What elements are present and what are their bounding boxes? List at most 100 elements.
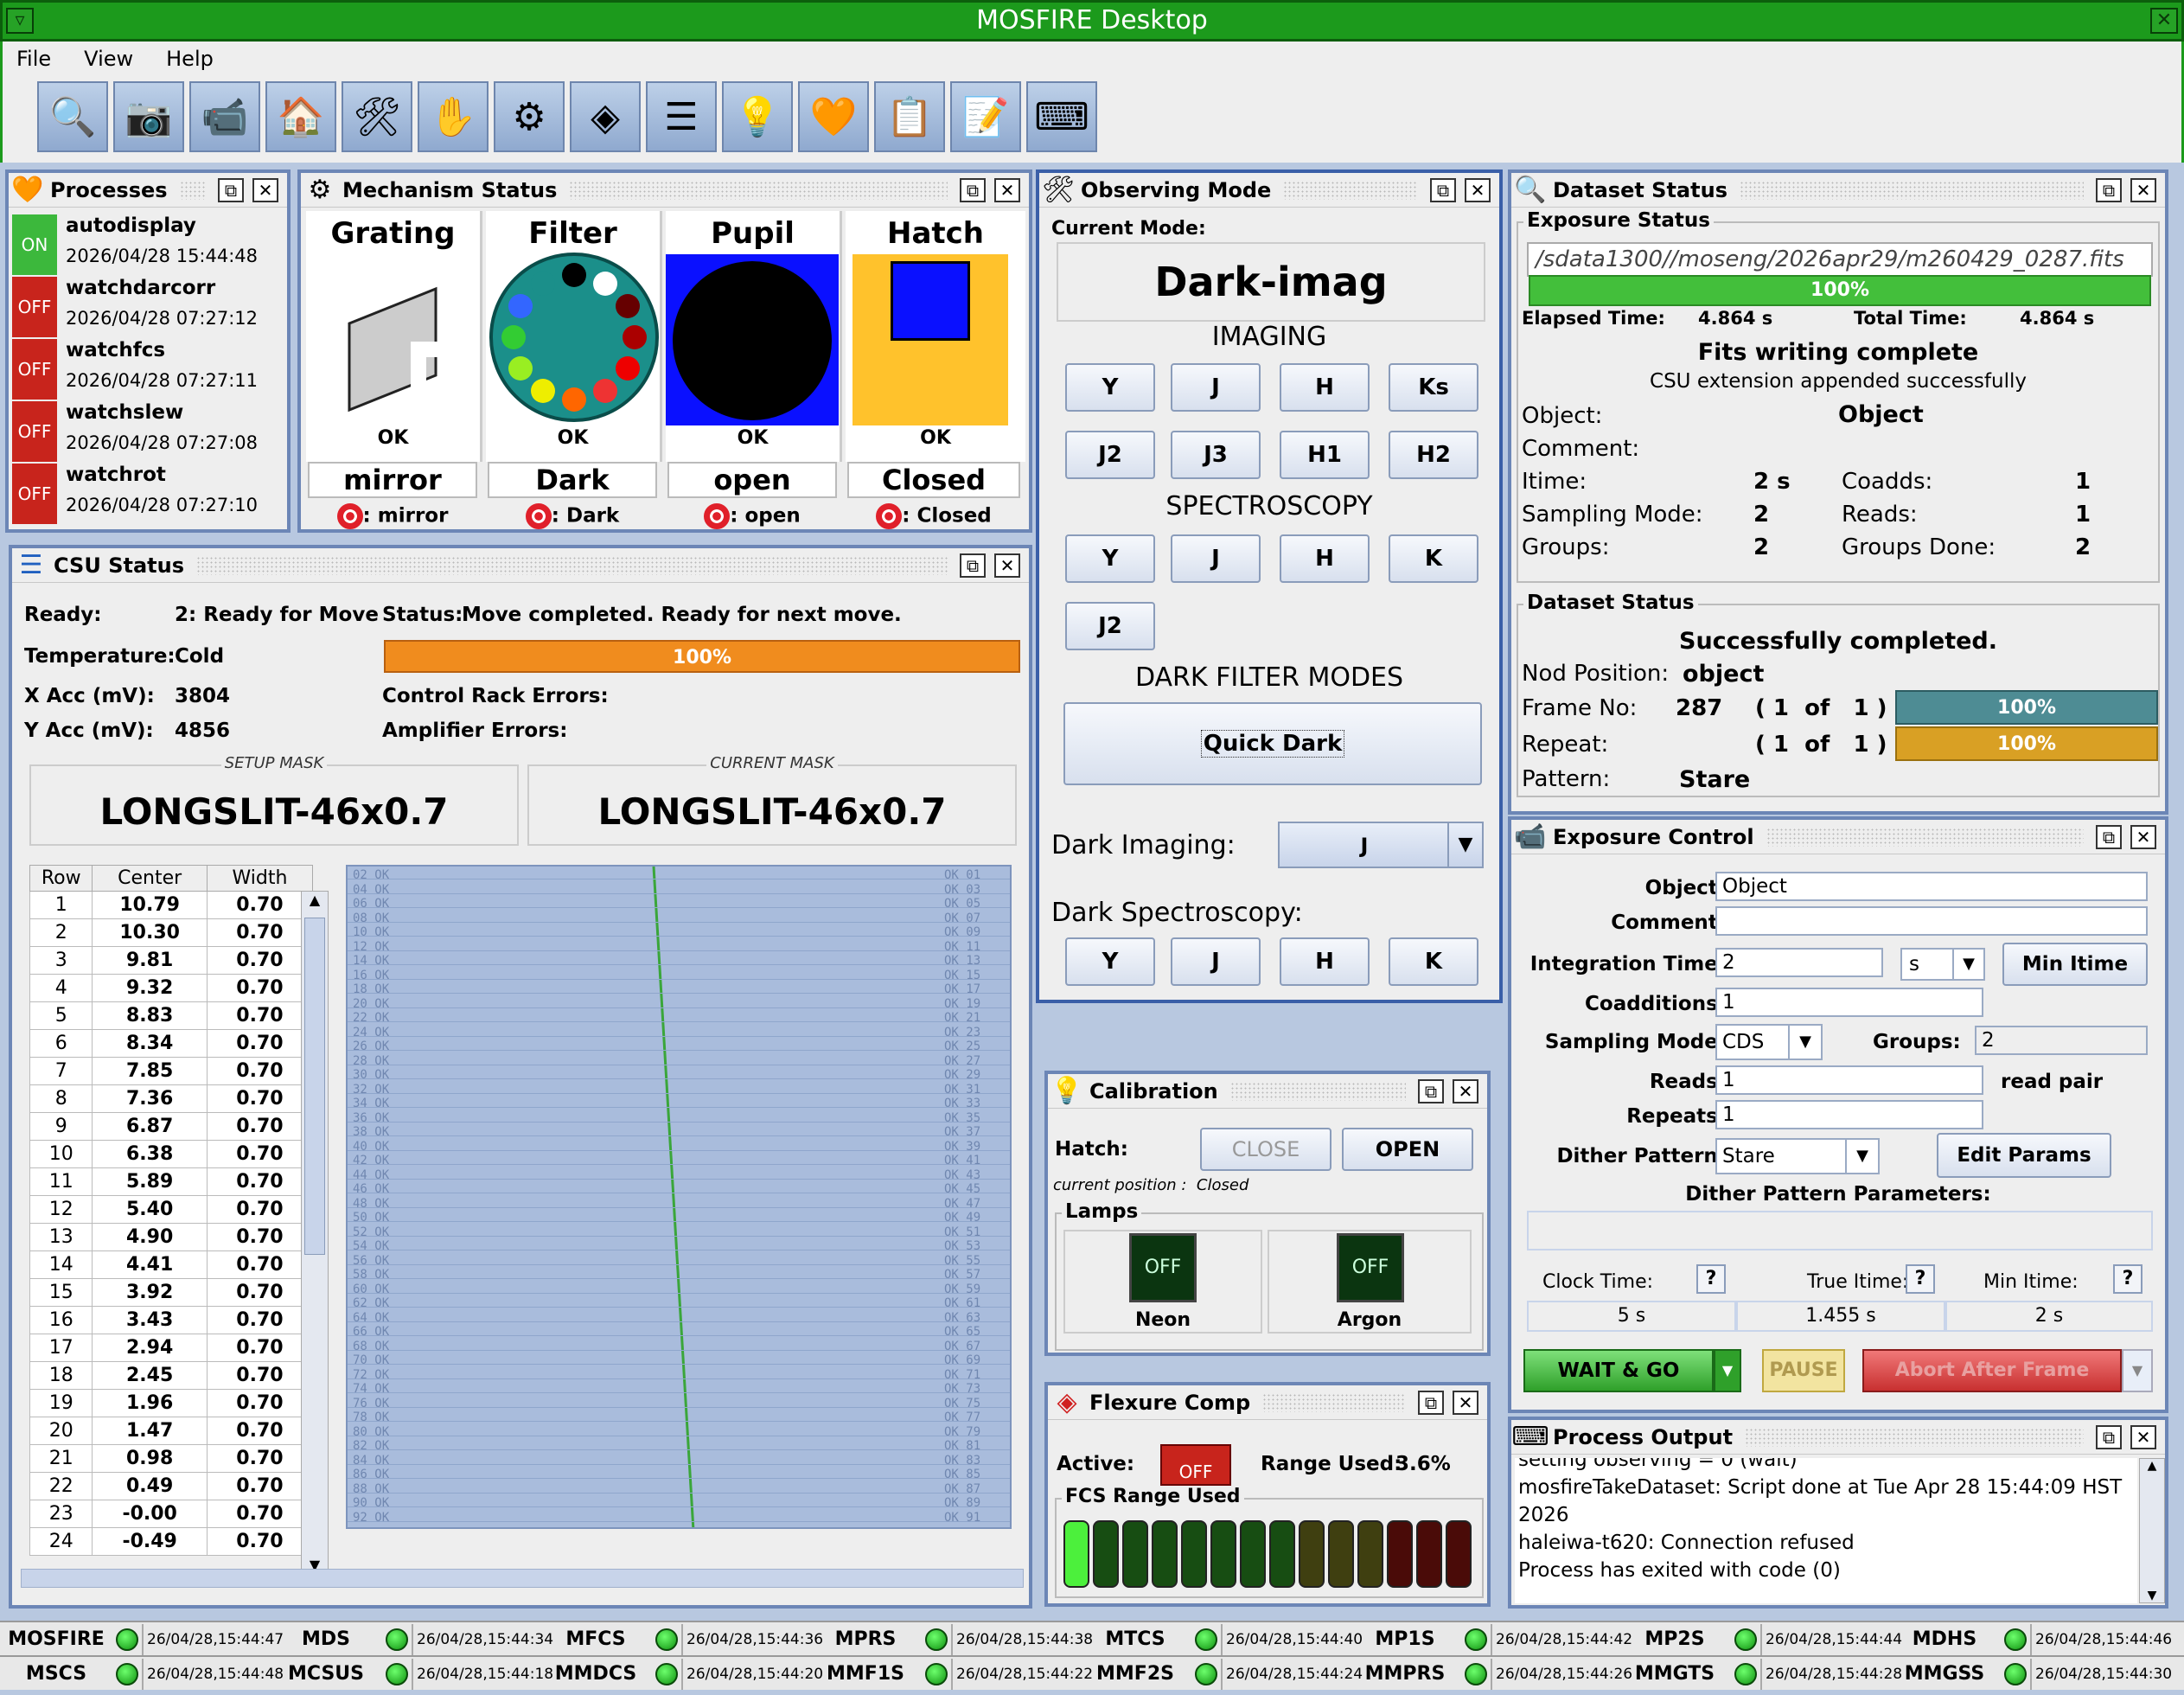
close-icon[interactable]: ✕ [1453,1078,1478,1103]
process-row[interactable]: OFF watchslew 2026/04/28 07:27:08 [12,401,287,462]
process-state[interactable]: OFF [12,339,57,400]
process-row[interactable]: OFF watchdarcorr 2026/04/28 07:27:12 [12,277,287,337]
repeats-input[interactable]: 1 [1715,1100,1983,1129]
imaging-y-button[interactable]: Y [1065,363,1155,412]
table-row[interactable]: 20 1.47 0.70 [29,1417,314,1445]
imaging-j3-button[interactable]: J3 [1171,431,1261,479]
process-output-log[interactable]: setting observing = 0 (wait) mosfireTake… [1515,1458,2137,1603]
col-width[interactable]: Width [206,865,314,892]
presentation-icon[interactable]: 📋 [874,81,945,152]
table-row[interactable]: 2 10.30 0.70 [29,918,314,947]
table-row[interactable]: 5 8.83 0.70 [29,1001,314,1030]
edit-params-button[interactable]: Edit Params [1937,1133,2111,1178]
imaging-j-button[interactable]: J [1171,363,1261,412]
menu-help[interactable]: Help [166,42,214,76]
close-icon[interactable]: ✕ [2130,177,2156,202]
menu-view[interactable]: View [84,42,133,76]
table-row[interactable]: 11 5.89 0.70 [29,1167,314,1196]
log-scrollbar[interactable]: ▲ ▼ [2139,1458,2165,1603]
table-row[interactable]: 6 8.34 0.70 [29,1029,314,1058]
status-led-icon[interactable] [1195,1663,1217,1685]
process-row[interactable]: OFF watchfcs 2026/04/28 07:27:11 [12,339,287,400]
table-row[interactable]: 23 -0.00 0.70 [29,1500,314,1528]
neon-lamp-indicator[interactable]: OFF [1129,1233,1197,1302]
close-icon[interactable]: ✕ [994,553,1020,578]
table-row[interactable]: 22 0.49 0.70 [29,1472,314,1500]
table-row[interactable]: 4 9.32 0.70 [29,974,314,1002]
undock-icon[interactable]: ⧉ [1418,1390,1444,1415]
undock-icon[interactable]: ⧉ [2096,177,2122,202]
hatch-open-button[interactable]: OPEN [1342,1128,1473,1171]
coadditions-input[interactable]: 1 [1715,988,1983,1017]
imaging-ks-button[interactable]: Ks [1389,363,1478,412]
abort-after-frame-button[interactable]: Abort After Frame [1862,1349,2122,1392]
table-row[interactable]: 10 6.38 0.70 [29,1140,314,1168]
flexure-icon[interactable]: ◈ [570,81,641,152]
undock-icon[interactable]: ⧉ [218,177,244,202]
close-icon[interactable]: ✕ [2130,824,2156,849]
close-icon[interactable]: ✕ [1465,177,1491,202]
quick-dark-button[interactable]: Quick Dark [1063,702,1482,785]
status-led-icon[interactable] [925,1628,948,1651]
table-row[interactable]: 15 3.92 0.70 [29,1278,314,1307]
undock-icon[interactable]: ⧉ [2096,1424,2122,1449]
process-row[interactable]: OFF watchrot 2026/04/28 07:27:10 [12,464,287,524]
help-min-itime-button[interactable]: ? [2113,1264,2142,1294]
lightbulb-icon[interactable]: 💡 [722,81,793,152]
time-unit-select[interactable]: s ▼ [1900,948,1985,981]
help-clock-button[interactable]: ? [1696,1264,1726,1294]
hatch-close-button[interactable]: CLOSE [1200,1128,1331,1171]
spectro-y-button[interactable]: Y [1065,534,1155,583]
col-row[interactable]: Row [29,865,93,892]
heart-icon[interactable]: 🧡 [798,81,869,152]
process-state[interactable]: ON [12,214,57,275]
argon-lamp-indicator[interactable]: OFF [1337,1233,1404,1302]
status-led-icon[interactable] [655,1663,678,1685]
spectro-k-button[interactable]: K [1389,534,1478,583]
integration-time-input[interactable]: 2 [1715,948,1883,977]
sampling-mode-select[interactable]: CDS ▼ [1715,1024,1823,1060]
table-row[interactable]: 24 -0.49 0.70 [29,1527,314,1556]
camera-settings-icon[interactable]: 📷 [113,81,184,152]
table-row[interactable]: 14 4.41 0.70 [29,1250,314,1279]
col-center[interactable]: Center [92,865,208,892]
table-row[interactable]: 9 6.87 0.70 [29,1112,314,1141]
table-row[interactable]: 16 3.43 0.70 [29,1306,314,1334]
status-led-icon[interactable] [116,1663,138,1685]
status-led-icon[interactable] [2004,1628,2027,1651]
chevron-down-icon[interactable]: ▼ [1952,950,1983,979]
status-led-icon[interactable] [1734,1628,1757,1651]
undock-icon[interactable]: ⧉ [2096,824,2122,849]
process-state[interactable]: OFF [12,401,57,462]
table-scrollbar[interactable]: ▲ ▼ [301,891,329,1576]
dark-spectro-y-button[interactable]: Y [1065,937,1155,986]
dither-pattern-select[interactable]: Stare ▼ [1715,1138,1880,1174]
undock-icon[interactable]: ⧉ [960,177,986,202]
home-icon[interactable]: 🏠 [265,81,336,152]
groups-input[interactable]: 2 [1975,1026,2148,1055]
process-row[interactable]: ON autodisplay 2026/04/28 15:44:48 [12,214,287,275]
spectro-h-button[interactable]: H [1280,534,1370,583]
help-true-itime-button[interactable]: ? [1906,1264,1935,1294]
chevron-down-icon[interactable]: ▼ [2122,1349,2153,1392]
keyboard-icon[interactable]: ⌨ [1026,81,1097,152]
undock-icon[interactable]: ⧉ [960,553,986,578]
spectro-j2-button[interactable]: J2 [1065,602,1155,650]
close-icon[interactable]: ✕ [2130,1424,2156,1449]
table-row[interactable]: 3 9.81 0.70 [29,946,314,975]
chevron-down-icon[interactable]: ▼ [1714,1349,1741,1392]
reads-input[interactable]: 1 [1715,1065,1983,1095]
undock-icon[interactable]: ⧉ [1418,1078,1444,1103]
spectro-j-button[interactable]: J [1171,534,1261,583]
status-led-icon[interactable] [386,1628,408,1651]
undock-icon[interactable]: ⧉ [1430,177,1456,202]
status-led-icon[interactable] [386,1663,408,1685]
table-row[interactable]: 12 5.40 0.70 [29,1195,314,1224]
wait-go-button[interactable]: WAIT & GO [1523,1349,1714,1392]
imaging-h2-button[interactable]: H2 [1389,431,1478,479]
dark-spectro-h-button[interactable]: H [1280,937,1370,986]
dark-imaging-select[interactable]: J ▼ [1278,822,1484,868]
tools-icon[interactable]: 🛠 [342,81,412,152]
lamp-neon[interactable]: OFF Neon [1063,1230,1262,1334]
list-icon[interactable]: ☰ [646,81,717,152]
